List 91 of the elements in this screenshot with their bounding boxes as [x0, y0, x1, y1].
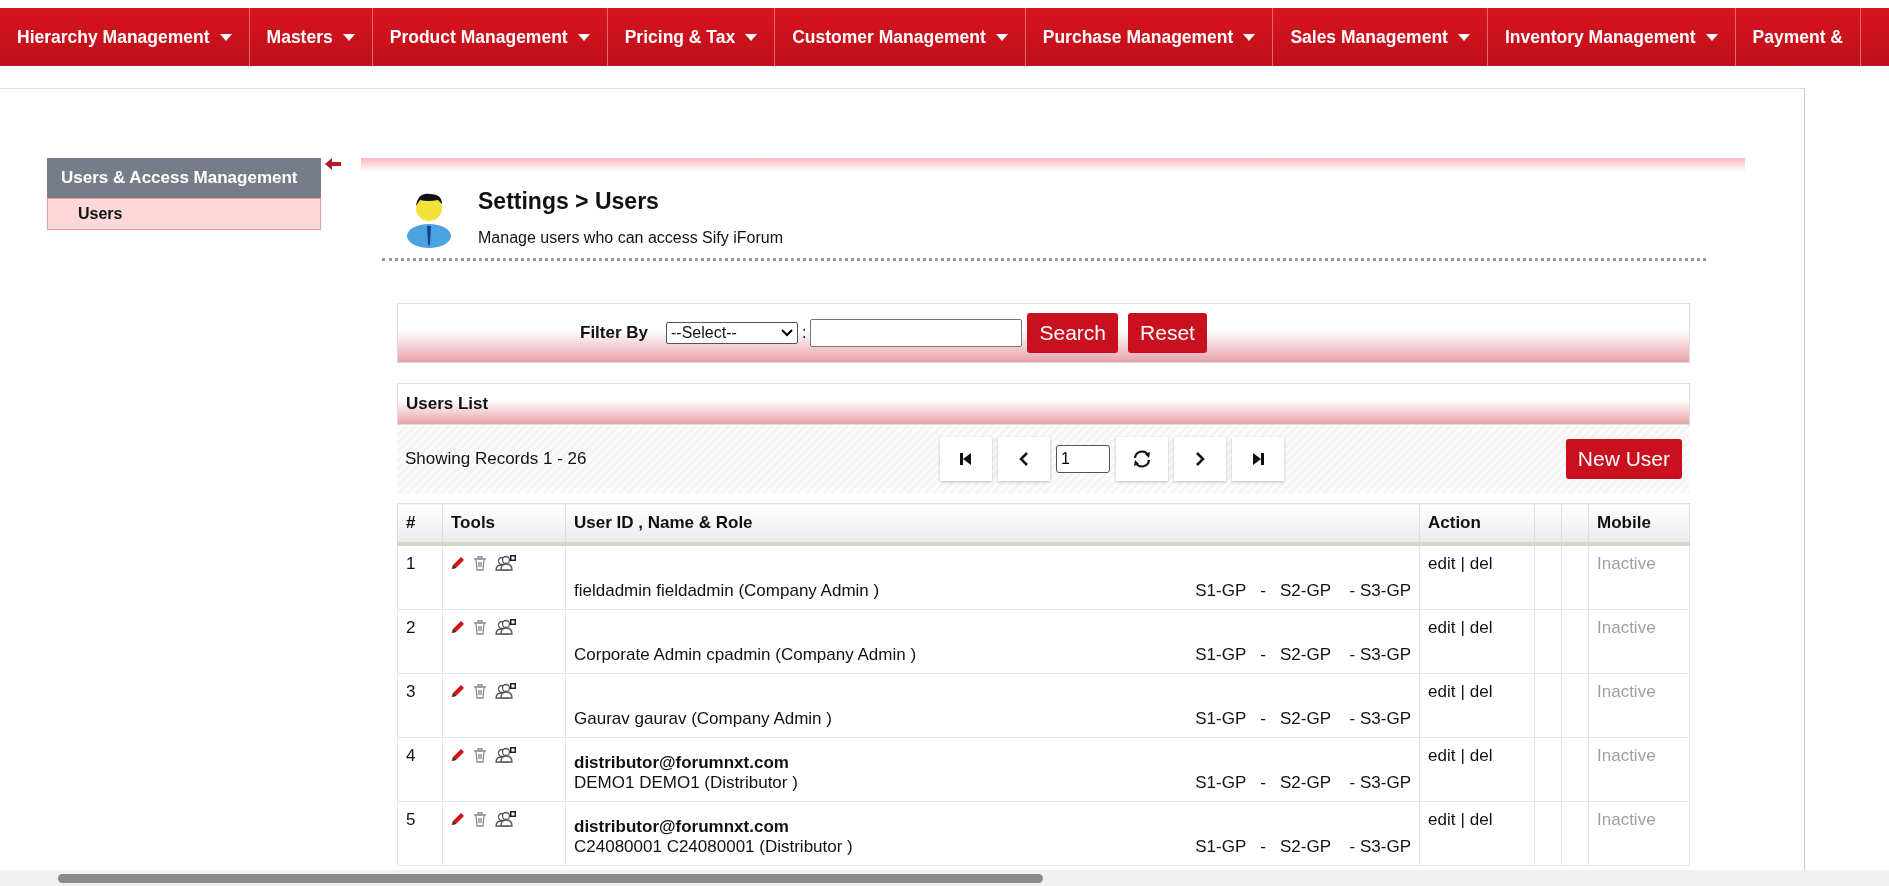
scrollbar[interactable]	[58, 874, 1043, 883]
pencil-icon[interactable]	[451, 684, 465, 698]
table-cell: Inactive	[1588, 801, 1690, 866]
user-groups: S1-GP - S2-GP - S3-GP	[1195, 837, 1411, 857]
users-icon[interactable]	[495, 682, 517, 700]
page-title: Settings > Users	[478, 187, 660, 215]
sidebar-item[interactable]: Users	[47, 198, 321, 230]
user-name-role: Gaurav gaurav (Company Admin )	[574, 709, 832, 729]
refresh-button[interactable]	[1116, 437, 1168, 481]
table-cell: 3	[397, 673, 443, 738]
column-header: Action	[1419, 503, 1535, 544]
page-subtitle: Manage users who can access Sify iForum	[478, 228, 783, 247]
action-link[interactable]: del	[1469, 682, 1493, 701]
table-cell: Inactive	[1588, 673, 1690, 738]
column-header: User ID , Name & Role	[565, 503, 1420, 544]
column-header: Tools	[442, 503, 566, 544]
user-groups: S1-GP - S2-GP - S3-GP	[1195, 773, 1411, 793]
left-arrow-icon[interactable]	[325, 158, 341, 170]
column-header: Mobile	[1588, 503, 1690, 544]
separator-text: |	[1460, 554, 1465, 573]
user-groups: S1-GP - S2-GP - S3-GP	[1195, 581, 1411, 601]
pencil-icon[interactable]	[451, 812, 465, 826]
separator-text: |	[1460, 810, 1465, 829]
records-count: Showing Records 1 - 26	[405, 449, 588, 469]
table-cell: Inactive	[1588, 544, 1690, 610]
user-id: distributor@forumnxt.com	[574, 817, 790, 837]
action-link[interactable]: edit	[1428, 618, 1456, 637]
menu-item[interactable]: Customer Management	[775, 8, 1026, 66]
action-link[interactable]: del	[1469, 746, 1493, 765]
table-cell: 4	[397, 737, 443, 802]
panel-title: Users List	[406, 394, 489, 414]
table-cell: Inactive	[1588, 737, 1690, 802]
search-button[interactable]: Search	[1027, 313, 1119, 353]
menu-item[interactable]: Pricing & Tax	[607, 8, 776, 66]
last-page-icon	[1251, 452, 1265, 466]
chevron-left-icon	[1018, 452, 1030, 466]
menu-item[interactable]: Payment &	[1735, 8, 1861, 66]
trash-icon[interactable]	[473, 555, 487, 571]
user-id: distributor@forumnxt.com	[574, 753, 790, 773]
table-cell: 5	[397, 801, 443, 866]
menu-item[interactable]: Masters	[249, 8, 373, 66]
user-name-role: fieldadmin fieldadmin (Company Admin )	[574, 581, 880, 601]
trash-icon[interactable]	[473, 619, 487, 635]
user-name-role: C24080001 C24080001 (Distributor )	[574, 837, 853, 857]
caret-icon	[781, 329, 794, 337]
pencil-icon[interactable]	[451, 748, 465, 762]
trash-icon[interactable]	[473, 747, 487, 763]
last-page-button[interactable]	[1232, 437, 1284, 481]
refresh-icon	[1131, 449, 1153, 469]
menu-item[interactable]: Hierarchy Management	[0, 8, 250, 66]
menu-item[interactable]: Inventory Management	[1487, 8, 1736, 66]
pencil-icon[interactable]	[451, 556, 465, 570]
users-icon[interactable]	[495, 746, 517, 764]
action-link[interactable]: edit	[1428, 810, 1456, 829]
filter-select[interactable]: --Select--	[666, 322, 799, 344]
sidebar-heading: Users & Access Management	[47, 158, 321, 198]
action-link[interactable]: edit	[1428, 682, 1456, 701]
users-icon[interactable]	[495, 810, 517, 828]
column-header: #	[397, 503, 443, 544]
action-link[interactable]: del	[1469, 618, 1493, 637]
reset-button[interactable]: Reset	[1128, 313, 1207, 353]
action-link[interactable]: edit	[1428, 554, 1456, 573]
new-user-button[interactable]: New User	[1565, 439, 1682, 479]
user-groups: S1-GP - S2-GP - S3-GP	[1195, 709, 1411, 729]
separator-text: |	[1460, 618, 1465, 637]
table-cell: Inactive	[1588, 609, 1690, 674]
user-name-role: Corporate Admin cpadmin (Company Admin )	[574, 645, 917, 665]
filter-input[interactable]	[810, 319, 1023, 347]
first-page-button[interactable]	[940, 437, 992, 481]
chevron-right-icon	[1194, 452, 1206, 466]
separator-text: |	[1460, 682, 1465, 701]
separator-text: |	[1460, 746, 1465, 765]
page-input[interactable]: 1	[1056, 445, 1110, 473]
table-cell: 2	[397, 609, 443, 674]
trash-icon[interactable]	[473, 811, 487, 827]
action-link[interactable]: del	[1469, 810, 1493, 829]
pencil-icon[interactable]	[451, 620, 465, 634]
trash-icon[interactable]	[473, 683, 487, 699]
menu-item[interactable]: Purchase Management	[1025, 8, 1274, 66]
action-link[interactable]: edit	[1428, 746, 1456, 765]
users-icon[interactable]	[495, 618, 517, 636]
user-groups: S1-GP - S2-GP - S3-GP	[1195, 645, 1411, 665]
action-link[interactable]: del	[1469, 554, 1493, 573]
separator-text: :	[802, 324, 807, 342]
users-icon[interactable]	[495, 554, 517, 572]
menu-item[interactable]: Product Management	[372, 8, 608, 66]
menu-item[interactable]: Sales Management	[1273, 8, 1488, 66]
filter-label: Filter By	[580, 323, 649, 343]
first-page-icon	[959, 452, 973, 466]
table-cell: 1	[397, 544, 443, 610]
user-name-role: DEMO1 DEMO1 (Distributor )	[574, 773, 798, 793]
